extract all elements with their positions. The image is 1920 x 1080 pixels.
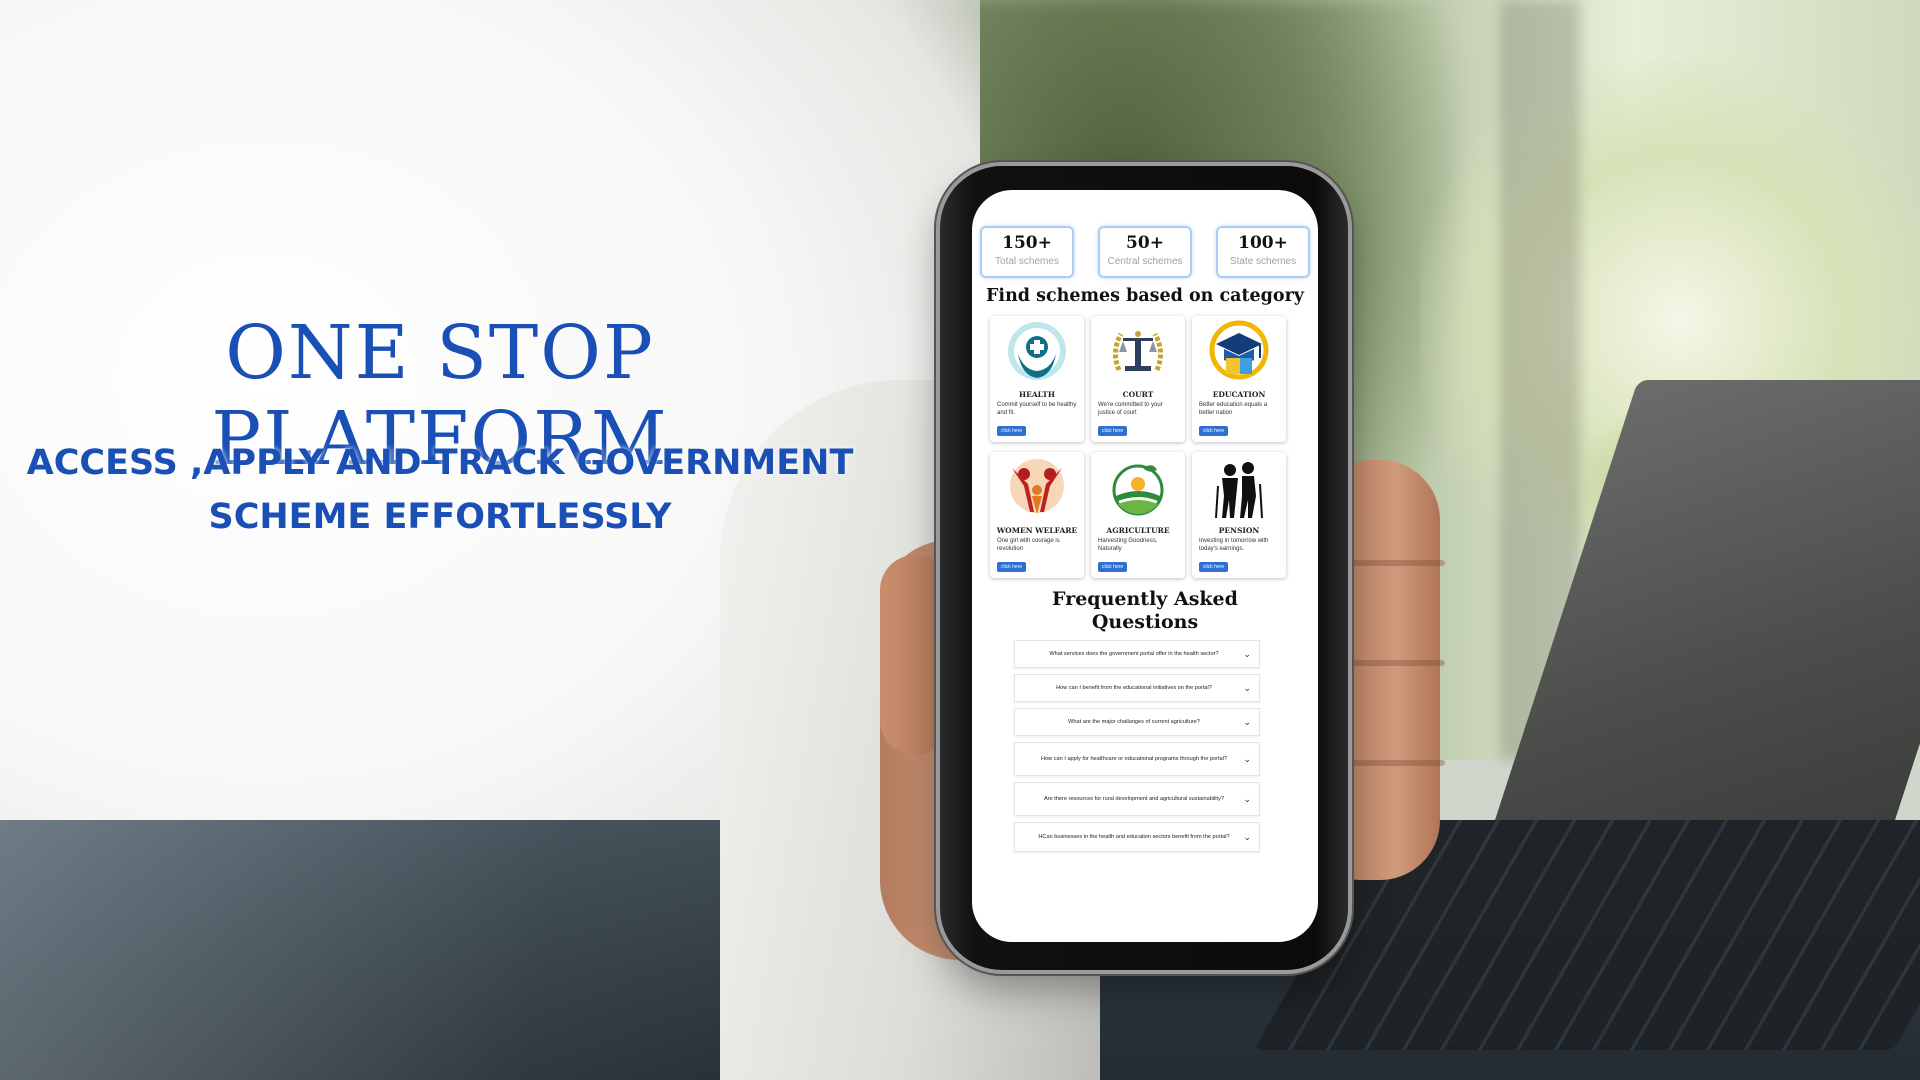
chevron-down-icon[interactable]: ⌄ (1241, 832, 1251, 843)
faq-question: HCan businesses in the health and educat… (1038, 833, 1230, 840)
click-here-button[interactable]: click here (1199, 562, 1229, 572)
stat-value: 100+ (1238, 233, 1288, 253)
category-card-health[interactable]: HEALTH Commit yourself to be healthy and… (990, 316, 1084, 442)
faq-title-line-1: Frequently Asked (1052, 588, 1238, 610)
click-here-button[interactable]: click here (997, 426, 1027, 436)
stat-label: State schemes (1229, 256, 1297, 267)
category-desc: We're committed to your justice of court (1098, 402, 1163, 416)
faq-item[interactable]: How can I benefit from the educational i… (1014, 674, 1260, 702)
click-here-button[interactable]: click here (997, 562, 1027, 572)
chevron-down-icon[interactable]: ⌄ (1241, 683, 1251, 694)
faq-section-title: Frequently Asked Questions (972, 588, 1318, 634)
category-name: EDUCATION (1212, 390, 1266, 399)
category-desc: One girl with courage is revolution (997, 538, 1060, 552)
stat-total-schemes: 150+ Total schemes (980, 226, 1074, 278)
subhead-line-2: SCHEME EFFORTLESSLY (208, 497, 672, 537)
smartphone: 150+ Total schemes 50+ Central schemes 1… (940, 166, 1348, 970)
faq-item[interactable]: HCan businesses in the health and educat… (1014, 822, 1260, 852)
banner-subhead: ACCESS ,APPLY AND TRACK GOVERNMENT SCHEM… (10, 436, 870, 544)
women-welfare-icon (1010, 459, 1064, 514)
stat-value: 150+ (1002, 233, 1052, 253)
click-here-button[interactable]: click here (1098, 562, 1128, 572)
category-section-title: Find schemes based on category (986, 286, 1304, 306)
faq-item[interactable]: Are there resources for rural developmen… (1014, 782, 1260, 816)
faq-question: How can I benefit from the educational i… (1056, 684, 1212, 691)
category-card-agriculture[interactable]: AGRICULTURE Harvesting Goodness, Natural… (1091, 452, 1185, 578)
faq-list: What services does the government portal… (1014, 640, 1260, 858)
category-desc: Harvesting Goodness, Naturally (1098, 538, 1158, 552)
category-name: WOMEN WELFARE (996, 526, 1078, 535)
stat-label: Central schemes (1107, 256, 1183, 267)
finger-crease (1345, 760, 1445, 766)
education-icon (1209, 320, 1269, 380)
category-desc: Commit yourself to be healthy and fit. (997, 402, 1077, 416)
chevron-down-icon[interactable]: ⌄ (1241, 754, 1251, 765)
faq-question: What services does the government portal… (1049, 650, 1219, 657)
chevron-down-icon[interactable]: ⌄ (1241, 717, 1251, 728)
phone-screen: 150+ Total schemes 50+ Central schemes 1… (972, 190, 1318, 942)
faq-item[interactable]: What are the major challanges of current… (1014, 708, 1260, 736)
stat-state-schemes: 100+ State schemes (1216, 226, 1310, 278)
click-here-button[interactable]: click here (1098, 426, 1128, 436)
faq-question: Are there resources for rural developmen… (1043, 795, 1225, 802)
category-card-pension[interactable]: PENSION Investing in tomorrow with today… (1192, 452, 1286, 578)
category-card-court[interactable]: COURT We're committed to your justice of… (1091, 316, 1185, 442)
court-icon (1113, 331, 1163, 372)
stat-label: Total schemes (995, 256, 1059, 267)
stat-central-schemes: 50+ Central schemes (1098, 226, 1192, 278)
category-desc: Investing in tomorrow with today's earni… (1199, 538, 1269, 552)
faq-question: How can I apply for healthcare or educat… (1041, 755, 1227, 762)
chevron-down-icon[interactable]: ⌄ (1241, 649, 1251, 660)
category-desc: Better education equals a better nation (1199, 402, 1268, 416)
category-name: COURT (1122, 390, 1154, 399)
category-name: PENSION (1218, 526, 1260, 535)
stat-value: 50+ (1126, 233, 1164, 253)
category-card-education[interactable]: EDUCATION Better education equals a bett… (1192, 316, 1286, 442)
faq-title-line-2: Questions (1091, 611, 1199, 633)
health-icon (1008, 322, 1066, 380)
faq-question: What are the major challanges of current… (1068, 718, 1200, 725)
finger-crease (1345, 660, 1445, 666)
category-grid: HEALTH Commit yourself to be healthy and… (990, 316, 1300, 578)
subhead-line-1: ACCESS ,APPLY AND TRACK GOVERNMENT (26, 443, 854, 483)
agriculture-icon (1112, 464, 1164, 516)
finger-crease (1345, 560, 1445, 566)
category-card-women-welfare[interactable]: WOMEN WELFARE One girl with courage is r… (990, 452, 1084, 578)
category-name: AGRICULTURE (1106, 526, 1170, 535)
stats-row: 150+ Total schemes 50+ Central schemes 1… (980, 226, 1310, 278)
chevron-down-icon[interactable]: ⌄ (1241, 794, 1251, 805)
faq-item[interactable]: What services does the government portal… (1014, 640, 1260, 668)
click-here-button[interactable]: click here (1199, 426, 1229, 436)
category-name: HEALTH (1019, 390, 1055, 399)
faq-item[interactable]: How can I apply for healthcare or educat… (1014, 742, 1260, 776)
pension-icon (1215, 462, 1263, 519)
